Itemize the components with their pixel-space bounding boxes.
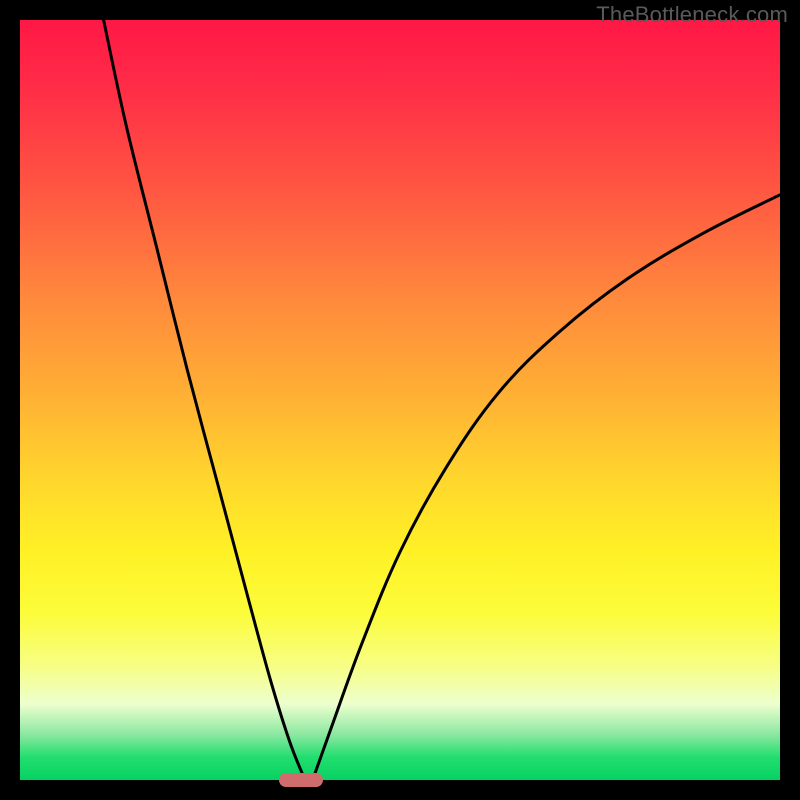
watermark-text: TheBottleneck.com xyxy=(596,2,788,28)
plot-area xyxy=(20,20,780,780)
optimum-marker xyxy=(279,773,323,787)
chart-frame: TheBottleneck.com xyxy=(0,0,800,800)
curve-left xyxy=(104,20,305,780)
curve-right xyxy=(313,195,780,780)
curve-layer xyxy=(20,20,780,780)
